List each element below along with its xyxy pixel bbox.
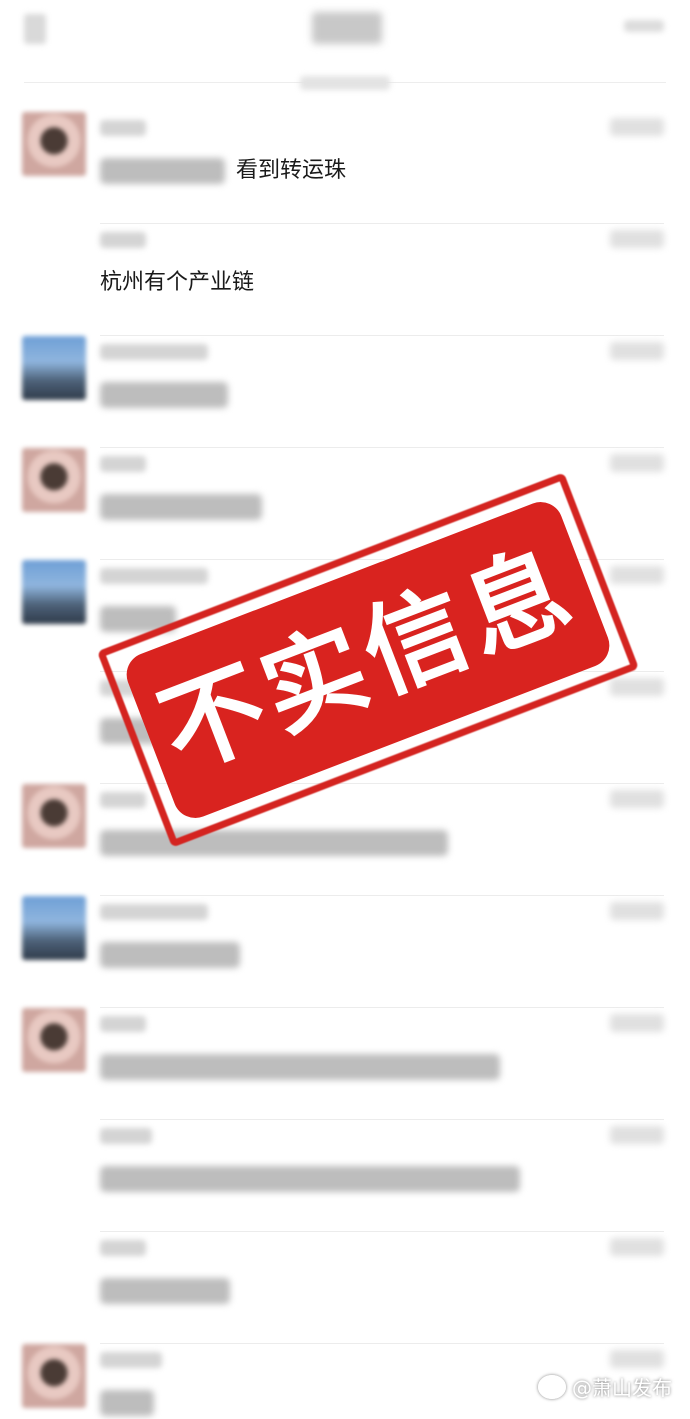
timestamp-blurred — [610, 118, 664, 136]
avatar[interactable] — [22, 448, 86, 512]
chat-message — [0, 784, 690, 896]
message-text-blurred — [100, 1166, 520, 1192]
message-text-blurred — [100, 1390, 154, 1416]
message-text-blurred — [100, 942, 240, 968]
message-text: 看到转运珠 — [236, 158, 347, 183]
avatar[interactable] — [22, 336, 86, 400]
message-text-blurred — [100, 1278, 230, 1304]
timestamp-blurred — [610, 1238, 664, 1256]
timestamp-blurred — [610, 790, 664, 808]
message-text-blurred — [100, 494, 262, 520]
chat-message — [0, 336, 690, 448]
avatar[interactable] — [22, 784, 86, 848]
sender-name-blurred — [100, 1352, 162, 1368]
message-text-blurred — [100, 830, 448, 856]
sender-name-blurred — [100, 232, 146, 248]
watermark-text: @萧山发布 — [572, 1376, 672, 1400]
chat-message: 看到转运珠 — [0, 112, 690, 224]
chat-message — [0, 896, 690, 1008]
chat-message — [0, 1120, 690, 1232]
back-icon[interactable] — [24, 14, 46, 44]
sender-name-blurred — [100, 904, 208, 920]
avatar[interactable] — [22, 896, 86, 960]
timestamp-blurred — [610, 1350, 664, 1368]
chat-title-blurred — [312, 12, 382, 44]
chat-message — [0, 1008, 690, 1120]
timestamp-blurred — [610, 1126, 664, 1144]
sender-name-blurred — [100, 568, 208, 584]
avatar[interactable] — [22, 112, 86, 176]
header-subtitle-blurred — [300, 76, 390, 90]
timestamp-blurred — [610, 454, 664, 472]
weibo-icon — [538, 1374, 566, 1399]
message-text: 杭州有个产业链 — [100, 270, 255, 295]
chat-message: 杭州有个产业链 — [0, 224, 690, 336]
timestamp-blurred — [610, 678, 664, 696]
timestamp-blurred — [610, 566, 664, 584]
sender-name-blurred — [100, 344, 208, 360]
avatar[interactable] — [22, 1008, 86, 1072]
source-watermark: @萧山发布 — [538, 1372, 672, 1401]
more-icon[interactable] — [624, 20, 664, 32]
avatar[interactable] — [22, 560, 86, 624]
message-text-blurred — [100, 158, 225, 184]
sender-name-blurred — [100, 1016, 146, 1032]
sender-name-blurred — [100, 456, 146, 472]
chat-header — [0, 0, 690, 95]
timestamp-blurred — [610, 342, 664, 360]
avatar[interactable] — [22, 1344, 86, 1408]
sender-name-blurred — [100, 792, 146, 808]
message-text-blurred — [100, 382, 228, 408]
timestamp-blurred — [610, 902, 664, 920]
message-text-blurred — [100, 1054, 500, 1080]
sender-name-blurred — [100, 1240, 146, 1256]
timestamp-blurred — [610, 230, 664, 248]
timestamp-blurred — [610, 1014, 664, 1032]
sender-name-blurred — [100, 1128, 152, 1144]
sender-name-blurred — [100, 120, 146, 136]
chat-message — [0, 1232, 690, 1344]
